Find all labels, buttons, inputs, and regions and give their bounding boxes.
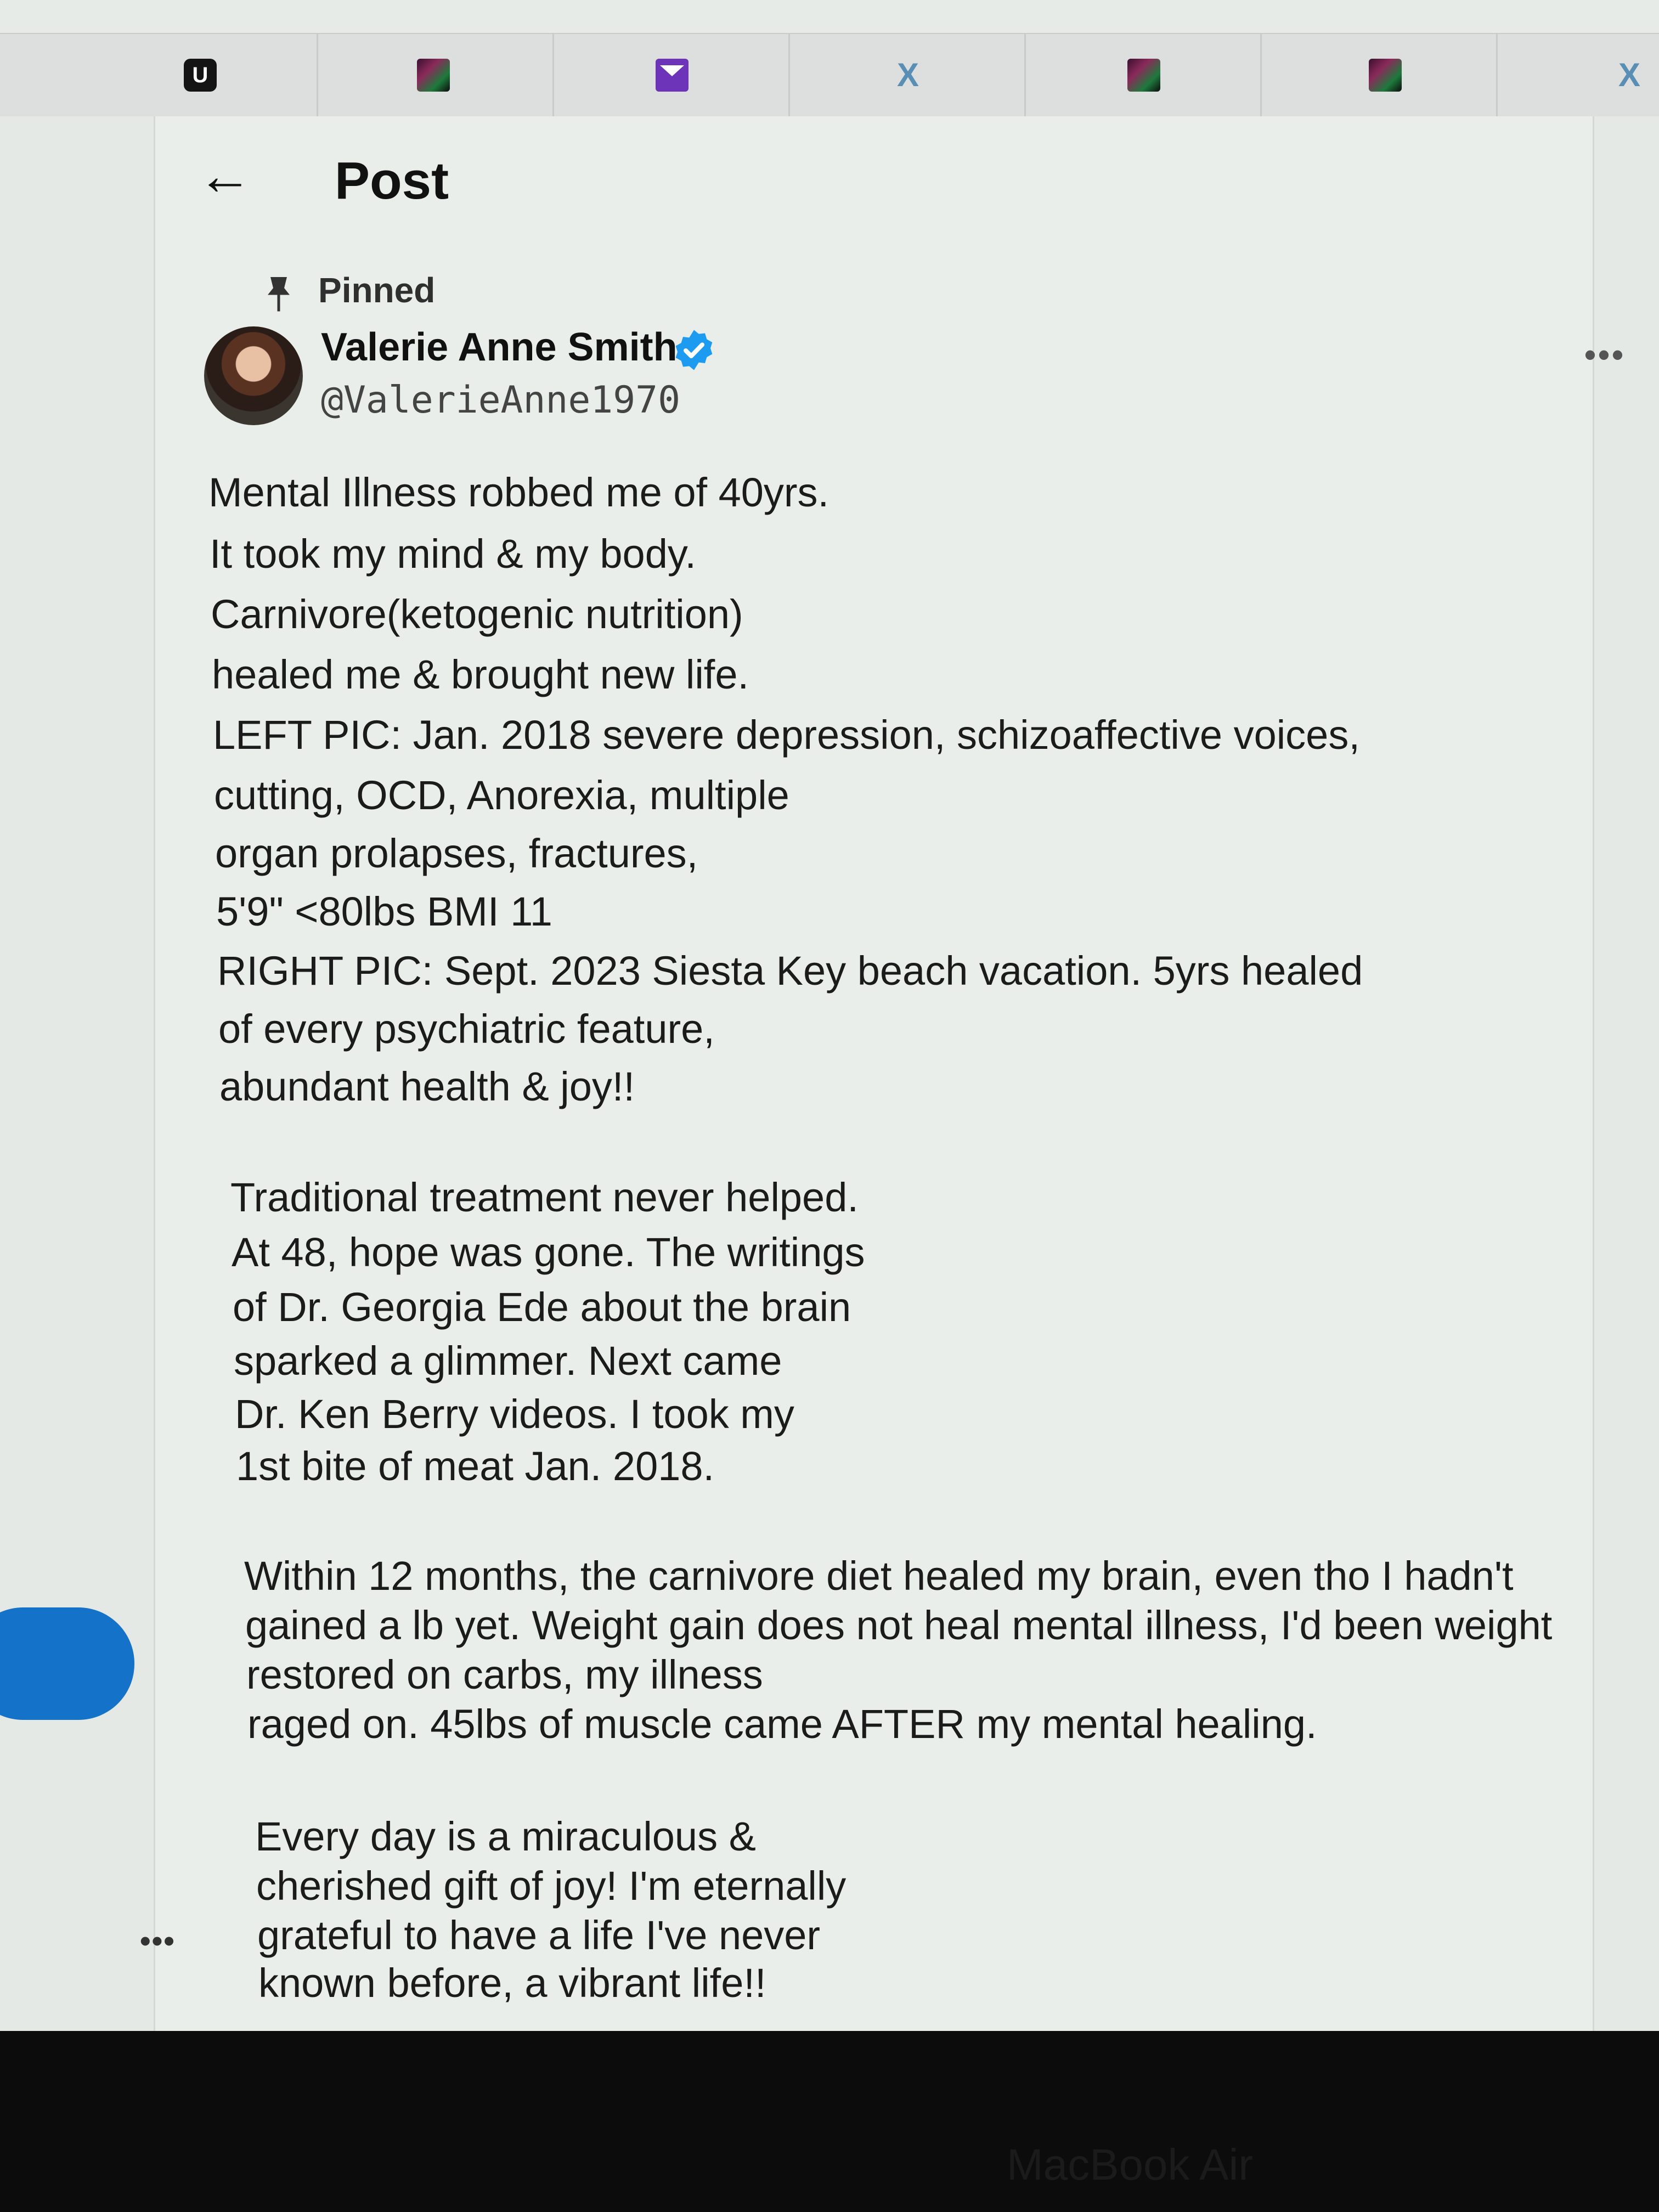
laptop-bezel [0,2031,1659,2212]
post-line: Every day is a miraculous & [255,1814,757,1859]
browser-tab[interactable] [1262,34,1498,116]
u-app-icon: U [184,59,217,92]
image-thumb-icon [1369,59,1402,92]
post-line: restored on carbs, my illness [246,1652,763,1697]
mail-icon [656,59,689,92]
browser-tab[interactable] [318,34,554,116]
post-line: 5'9" <80lbs BMI 11 [216,889,552,934]
post-line: of every psychiatric feature, [218,1006,715,1052]
author-handle[interactable]: @ValerieAnne1970 [321,379,680,422]
x-logo-icon: X [1618,57,1641,93]
post-line: known before, a vibrant life!! [258,1960,766,2006]
browser-tab[interactable] [554,34,790,116]
post-line: gained a lb yet. Weight gain does not he… [245,1602,1553,1648]
post-line: RIGHT PIC: Sept. 2023 Siesta Key beach v… [217,948,1363,994]
back-arrow-icon[interactable]: ← [198,148,252,203]
x-logo-icon: X [896,57,919,93]
post-line: healed me & brought new life. [212,652,749,697]
post-line: of Dr. Georgia Ede about the brain [233,1284,851,1330]
post-line: Traditional treatment never helped. [230,1175,859,1220]
post-button[interactable] [0,1607,134,1720]
post-line: At 48, hope was gone. The writings [232,1229,865,1275]
image-thumb-icon [1127,59,1160,92]
verified-badge-icon [675,330,713,370]
browser-tab[interactable]: U [88,34,318,116]
post-line: grateful to have a life I've never [257,1912,821,1958]
post-line: sparked a glimmer. Next came [234,1338,782,1384]
bezel-label: MacBook Air [1007,2140,1254,2189]
browser-tab-bar: U X X [0,33,1659,117]
browser-tab[interactable] [1026,34,1262,116]
post-line: raged on. 45lbs of muscle came AFTER my … [247,1701,1317,1747]
post-line: Mental Illness robbed me of 40yrs. [208,470,830,515]
browser-tab[interactable]: X [790,34,1026,116]
post-line: cutting, OCD, Anorexia, multiple [214,772,789,818]
pin-icon [268,277,290,312]
more-menu-icon[interactable]: ••• [140,1923,176,1959]
post-line: cherished gift of joy! I'm eternally [256,1863,847,1909]
author-name[interactable]: Valerie Anne Smith [321,325,678,370]
post-line: abundant health & joy!! [219,1064,635,1109]
post-line: LEFT PIC: Jan. 2018 severe depression, s… [213,712,1360,758]
post-line: 1st bite of meat Jan. 2018. [236,1443,715,1489]
page-title: Post [335,151,449,210]
post-line: Dr. Ken Berry videos. I took my [235,1391,794,1437]
post-line: organ prolapses, fractures, [215,831,698,876]
post-line: It took my mind & my body. [210,531,696,577]
post-line: Within 12 months, the carnivore diet hea… [244,1553,1514,1599]
more-options-icon[interactable]: ••• [1584,336,1626,374]
avatar[interactable] [204,326,303,425]
image-thumb-icon [417,59,450,92]
post-line: Carnivore(ketogenic nutrition) [211,591,743,637]
pinned-label: Pinned [318,270,436,310]
browser-tab[interactable]: X [1498,34,1659,116]
